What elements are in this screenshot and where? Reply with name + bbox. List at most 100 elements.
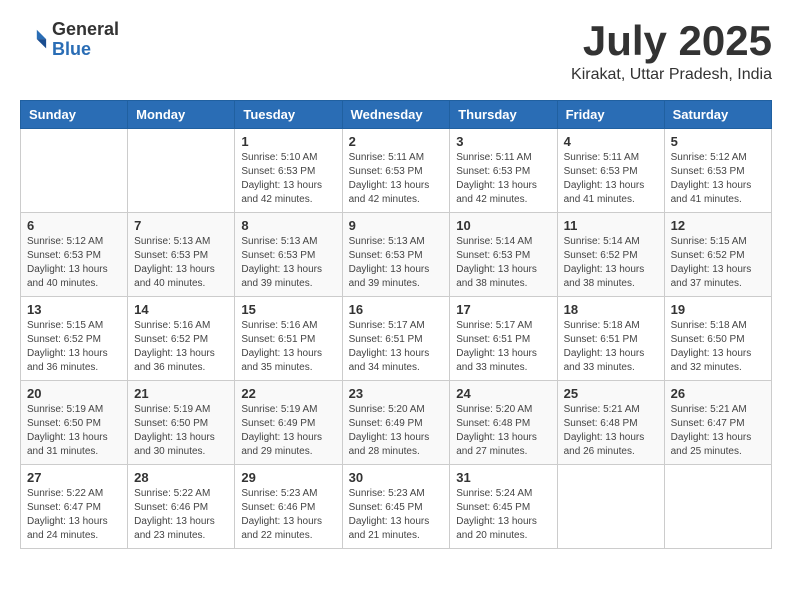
day-info: Sunrise: 5:13 AM Sunset: 6:53 PM Dayligh…: [134, 235, 228, 291]
day-number: 13: [27, 302, 121, 317]
calendar-cell: 28 Sunrise: 5:22 AM Sunset: 6:46 PM Dayli…: [128, 465, 235, 549]
day-number: 6: [27, 218, 121, 233]
calendar-cell: 30Sunrise: 5:23 AM Sunset: 6:45 PM Dayli…: [342, 465, 450, 549]
day-info: Sunrise: 5:19 AM Sunset: 6:50 PM Dayligh…: [27, 403, 121, 459]
day-info: Sunrise: 5:11 AM Sunset: 6:53 PM Dayligh…: [564, 151, 658, 207]
day-info: Sunrise: 5:18 AM Sunset: 6:50 PM Dayligh…: [671, 319, 765, 375]
calendar-cell: 14Sunrise: 5:16 AM Sunset: 6:52 PM Dayli…: [128, 297, 235, 381]
day-number: 27: [27, 470, 121, 485]
day-info: Sunrise: 5:23 AM Sunset: 6:46 PM Dayligh…: [241, 487, 335, 543]
day-number: 2: [349, 134, 444, 149]
weekday-header-row: SundayMondayTuesdayWednesdayThursdayFrid…: [21, 101, 772, 129]
day-number: 25: [564, 386, 658, 401]
calendar-week-row: 1 Sunrise: 5:10 AM Sunset: 6:53 PM Daylig…: [21, 129, 772, 213]
calendar-week-row: 13 Sunrise: 5:15 AM Sunset: 6:52 PM Dayli…: [21, 297, 772, 381]
day-number: 31: [456, 470, 550, 485]
day-number: 23: [349, 386, 444, 401]
calendar-cell: 9 Sunrise: 5:13 AM Sunset: 6:53 PM Daylig…: [342, 213, 450, 297]
weekday-header-tuesday: Tuesday: [235, 101, 342, 129]
calendar-cell: [664, 465, 771, 549]
day-number: 16: [349, 302, 444, 317]
day-number: 17: [456, 302, 550, 317]
day-number: 20: [27, 386, 121, 401]
day-number: 5: [671, 134, 765, 149]
calendar-week-row: 6 Sunrise: 5:12 AM Sunset: 6:53 PM Daylig…: [21, 213, 772, 297]
calendar-cell: [128, 129, 235, 213]
day-info: Sunrise: 5:14 AM Sunset: 6:53 PM Dayligh…: [456, 235, 550, 291]
day-info: Sunrise: 5:15 AM Sunset: 6:52 PM Dayligh…: [27, 319, 121, 375]
logo-icon: [20, 26, 48, 54]
page-header: General Blue July 2025 Kirakat, Uttar Pr…: [20, 20, 772, 84]
day-number: 15: [241, 302, 335, 317]
day-info: Sunrise: 5:21 AM Sunset: 6:48 PM Dayligh…: [564, 403, 658, 459]
calendar-cell: 21 Sunrise: 5:19 AM Sunset: 6:50 PM Dayli…: [128, 381, 235, 465]
day-info: Sunrise: 5:20 AM Sunset: 6:49 PM Dayligh…: [349, 403, 444, 459]
day-number: 3: [456, 134, 550, 149]
calendar-cell: 27 Sunrise: 5:22 AM Sunset: 6:47 PM Dayli…: [21, 465, 128, 549]
logo: General Blue: [20, 20, 119, 60]
calendar-week-row: 20 Sunrise: 5:19 AM Sunset: 6:50 PM Dayli…: [21, 381, 772, 465]
day-number: 28: [134, 470, 228, 485]
calendar-cell: 15 Sunrise: 5:16 AM Sunset: 6:51 PM Dayli…: [235, 297, 342, 381]
calendar-cell: 24Sunrise: 5:20 AM Sunset: 6:48 PM Dayli…: [450, 381, 557, 465]
logo-blue: Blue: [52, 40, 119, 60]
weekday-header-wednesday: Wednesday: [342, 101, 450, 129]
weekday-header-friday: Friday: [557, 101, 664, 129]
calendar-cell: 26Sunrise: 5:21 AM Sunset: 6:47 PM Dayli…: [664, 381, 771, 465]
day-info: Sunrise: 5:12 AM Sunset: 6:53 PM Dayligh…: [27, 235, 121, 291]
day-info: Sunrise: 5:15 AM Sunset: 6:52 PM Dayligh…: [671, 235, 765, 291]
day-info: Sunrise: 5:19 AM Sunset: 6:49 PM Dayligh…: [241, 403, 335, 459]
calendar-cell: 11Sunrise: 5:14 AM Sunset: 6:52 PM Dayli…: [557, 213, 664, 297]
day-number: 18: [564, 302, 658, 317]
calendar-table: SundayMondayTuesdayWednesdayThursdayFrid…: [20, 100, 772, 549]
weekday-header-saturday: Saturday: [664, 101, 771, 129]
calendar-cell: [557, 465, 664, 549]
day-info: Sunrise: 5:17 AM Sunset: 6:51 PM Dayligh…: [456, 319, 550, 375]
logo-general: General: [52, 20, 119, 40]
day-info: Sunrise: 5:19 AM Sunset: 6:50 PM Dayligh…: [134, 403, 228, 459]
calendar-cell: 4Sunrise: 5:11 AM Sunset: 6:53 PM Daylig…: [557, 129, 664, 213]
day-info: Sunrise: 5:10 AM Sunset: 6:53 PM Dayligh…: [241, 151, 335, 207]
day-info: Sunrise: 5:16 AM Sunset: 6:52 PM Dayligh…: [134, 319, 228, 375]
calendar-cell: 29 Sunrise: 5:23 AM Sunset: 6:46 PM Dayli…: [235, 465, 342, 549]
day-info: Sunrise: 5:11 AM Sunset: 6:53 PM Dayligh…: [349, 151, 444, 207]
calendar-cell: 7Sunrise: 5:13 AM Sunset: 6:53 PM Daylig…: [128, 213, 235, 297]
day-info: Sunrise: 5:13 AM Sunset: 6:53 PM Dayligh…: [349, 235, 444, 291]
day-number: 30: [349, 470, 444, 485]
calendar-cell: 12Sunrise: 5:15 AM Sunset: 6:52 PM Dayli…: [664, 213, 771, 297]
weekday-header-monday: Monday: [128, 101, 235, 129]
calendar-cell: 22 Sunrise: 5:19 AM Sunset: 6:49 PM Dayli…: [235, 381, 342, 465]
calendar-week-row: 27 Sunrise: 5:22 AM Sunset: 6:47 PM Dayli…: [21, 465, 772, 549]
day-number: 10: [456, 218, 550, 233]
location: Kirakat, Uttar Pradesh, India: [571, 66, 772, 84]
day-info: Sunrise: 5:18 AM Sunset: 6:51 PM Dayligh…: [564, 319, 658, 375]
day-number: 22: [241, 386, 335, 401]
month-year: July 2025: [571, 20, 772, 62]
calendar-cell: 16Sunrise: 5:17 AM Sunset: 6:51 PM Dayli…: [342, 297, 450, 381]
day-number: 21: [134, 386, 228, 401]
calendar-cell: 2 Sunrise: 5:11 AM Sunset: 6:53 PM Daylig…: [342, 129, 450, 213]
calendar-cell: 13 Sunrise: 5:15 AM Sunset: 6:52 PM Dayli…: [21, 297, 128, 381]
calendar-cell: 10 Sunrise: 5:14 AM Sunset: 6:53 PM Dayli…: [450, 213, 557, 297]
day-info: Sunrise: 5:22 AM Sunset: 6:47 PM Dayligh…: [27, 487, 121, 543]
title-block: July 2025 Kirakat, Uttar Pradesh, India: [571, 20, 772, 84]
day-info: Sunrise: 5:14 AM Sunset: 6:52 PM Dayligh…: [564, 235, 658, 291]
calendar-cell: 3Sunrise: 5:11 AM Sunset: 6:53 PM Daylig…: [450, 129, 557, 213]
calendar-cell: 1 Sunrise: 5:10 AM Sunset: 6:53 PM Daylig…: [235, 129, 342, 213]
weekday-header-thursday: Thursday: [450, 101, 557, 129]
day-info: Sunrise: 5:16 AM Sunset: 6:51 PM Dayligh…: [241, 319, 335, 375]
day-info: Sunrise: 5:12 AM Sunset: 6:53 PM Dayligh…: [671, 151, 765, 207]
calendar-cell: 18 Sunrise: 5:18 AM Sunset: 6:51 PM Dayli…: [557, 297, 664, 381]
day-info: Sunrise: 5:21 AM Sunset: 6:47 PM Dayligh…: [671, 403, 765, 459]
day-number: 19: [671, 302, 765, 317]
weekday-header-sunday: Sunday: [21, 101, 128, 129]
calendar-cell: 19 Sunrise: 5:18 AM Sunset: 6:50 PM Dayli…: [664, 297, 771, 381]
day-number: 8: [241, 218, 335, 233]
calendar-cell: 5 Sunrise: 5:12 AM Sunset: 6:53 PM Daylig…: [664, 129, 771, 213]
day-number: 29: [241, 470, 335, 485]
day-number: 9: [349, 218, 444, 233]
calendar-cell: 31Sunrise: 5:24 AM Sunset: 6:45 PM Dayli…: [450, 465, 557, 549]
day-number: 1: [241, 134, 335, 149]
day-info: Sunrise: 5:22 AM Sunset: 6:46 PM Dayligh…: [134, 487, 228, 543]
calendar-cell: 25 Sunrise: 5:21 AM Sunset: 6:48 PM Dayli…: [557, 381, 664, 465]
